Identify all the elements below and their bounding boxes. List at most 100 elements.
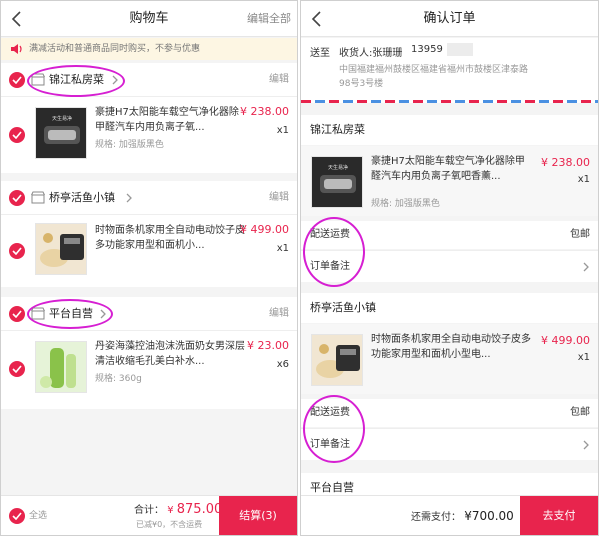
product-title[interactable]: 时物面条机家用全自动电动饺子皮多功能家用型和面机小...: [95, 223, 245, 253]
shipping-fee-value: 包邮: [570, 229, 590, 240]
shipping-fee-value: 包邮: [570, 407, 590, 418]
promo-notice: 满减活动和普通商品同时购买，不参与优惠: [1, 38, 297, 60]
product-title: 时物面条机家用全自动电动饺子皮多功能家用型和面机小型电...: [371, 334, 531, 360]
chevron-right-icon[interactable]: [125, 193, 133, 203]
shop-name[interactable]: 平台自营: [49, 297, 93, 331]
cart-footer-bar: 全选 合计： ¥ 875.00 已减¥0，不含运费 结算(3): [1, 495, 297, 535]
cart-screen: 购物车 编辑全部 满减活动和普通商品同时购买，不参与优惠 锦江私房菜 编辑 天生…: [0, 0, 298, 536]
item-select-checkbox[interactable]: [9, 127, 25, 143]
chevron-right-icon[interactable]: [582, 262, 590, 272]
order-item-row[interactable]: 天生易净 豪捷H7太阳能车载空气净化器除甲醛汽车内用负离子氧吧香薰... 规格:…: [301, 146, 598, 216]
speaker-icon: [11, 44, 22, 54]
product-price: ¥ 499.00: [240, 223, 289, 236]
product-price: ¥ 23.00: [247, 339, 289, 352]
amount-due-value: ¥700.00: [464, 509, 514, 523]
product-price: ¥ 238.00: [541, 156, 590, 169]
check-icon: [12, 131, 22, 139]
chevron-right-icon[interactable]: [582, 440, 590, 450]
amount-due-label: 还需支付：: [411, 512, 461, 523]
product-thumbnail-noodle-maker[interactable]: [35, 223, 87, 275]
confirm-order-screen: 确认订单 送至 收货人:张珊珊 13959 中国福建福州鼓楼区福建省福州市鼓楼区…: [300, 0, 599, 536]
phone-redaction: [447, 43, 473, 56]
cart-shop-2: 桥亭活鱼小镇 编辑 时物面条机家用全自动电动饺子皮多功能家用型和面机小... ¥…: [1, 181, 297, 287]
cart-shop-1: 锦江私房菜 编辑 天生易净 豪捷H7太阳能车载空气净化器除甲醛汽车内用负离子氧.…: [1, 63, 297, 173]
shop-select-checkbox[interactable]: [9, 190, 25, 206]
cart-item-row[interactable]: 丹姿海藻控油泡沫洗面奶女男深层清洁收缩毛孔美白补水... 规格: 360g ¥ …: [1, 331, 297, 403]
product-price: ¥ 238.00: [240, 105, 289, 118]
checkout-button[interactable]: 结算(3): [219, 496, 297, 535]
check-icon: [12, 365, 22, 373]
store-icon: [31, 307, 45, 320]
product-quantity: x1: [577, 174, 590, 185]
product-thumbnail-noodle-maker[interactable]: [311, 334, 363, 386]
svg-text:天生易净: 天生易净: [328, 164, 348, 171]
product-title: 豪捷H7太阳能车载空气净化器除甲醛汽车内用负离子氧吧香薰...: [371, 156, 525, 182]
address-line-2: 98号3号楼: [339, 79, 384, 89]
store-icon: [31, 73, 45, 86]
discount-note: 已减¥0，不含运费: [136, 520, 203, 529]
shop-edit-button[interactable]: 编辑: [269, 297, 289, 331]
shipping-fee-label: 配送运费: [310, 407, 350, 418]
shop-name[interactable]: 桥亭活鱼小镇: [49, 181, 115, 215]
select-all-checkbox[interactable]: [9, 508, 25, 524]
total-amount: 875.00: [176, 502, 223, 517]
shop-name: 锦江私房菜: [310, 123, 365, 136]
cart-shop-3: 平台自营 编辑 丹姿海藻控油泡沫洗面奶女男深层清洁收缩毛孔美白补水... 规格:…: [1, 297, 297, 409]
order-remark-row[interactable]: 订单备注: [301, 250, 598, 282]
receiver-phone: 13959: [411, 44, 443, 55]
pay-button[interactable]: 去支付: [520, 496, 598, 535]
check-icon: [12, 512, 22, 520]
cart-item-row[interactable]: 天生易净 豪捷H7太阳能车载空气净化器除甲醛汽车内用负离子氧... 规格: 加强…: [1, 97, 297, 169]
shipping-address-card[interactable]: 送至 收货人:张珊珊 13959 中国福建福州鼓楼区福建省福州市鼓楼区津泰路 9…: [301, 38, 598, 100]
product-quantity: x1: [276, 125, 289, 136]
svg-text:天生易净: 天生易净: [52, 115, 72, 122]
shipping-fee-row: 配送运费 包邮: [301, 221, 598, 249]
shop-select-checkbox[interactable]: [9, 306, 25, 322]
total-label: 合计：: [134, 505, 164, 516]
check-icon: [12, 76, 22, 84]
ship-to-label: 送至: [310, 48, 330, 59]
select-all-label[interactable]: 全选: [29, 496, 47, 535]
confirm-nav-bar: 确认订单: [301, 1, 598, 37]
shipping-fee-label: 配送运费: [310, 229, 350, 240]
chevron-right-icon[interactable]: [111, 75, 119, 85]
product-title[interactable]: 豪捷H7太阳能车载空气净化器除甲醛汽车内用负离子氧...: [95, 105, 245, 135]
cart-total: 合计： ¥ 875.00: [134, 501, 222, 517]
product-spec: 规格: 加强版黑色: [95, 140, 164, 150]
cart-item-row[interactable]: 时物面条机家用全自动电动饺子皮多功能家用型和面机小... ¥ 499.00 x1: [1, 215, 297, 287]
shop-select-checkbox[interactable]: [9, 72, 25, 88]
store-icon: [31, 191, 45, 204]
envelope-stripe-divider: [301, 100, 598, 103]
receiver-name: 收货人:张珊珊: [339, 48, 403, 59]
chevron-right-icon[interactable]: [99, 309, 107, 319]
order-shop-header: 桥亭活鱼小镇: [301, 293, 598, 323]
order-remark-label: 订单备注: [310, 261, 350, 272]
amount-due: 还需支付： ¥700.00: [411, 496, 514, 535]
order-remark-row[interactable]: 订单备注: [301, 428, 598, 460]
check-icon: [12, 194, 22, 202]
product-thumbnail-facial-cleanser[interactable]: [35, 341, 87, 393]
product-thumbnail-air-purifier[interactable]: 天生易净: [311, 156, 363, 208]
order-item-row[interactable]: 时物面条机家用全自动电动饺子皮多功能家用型和面机小型电... ¥ 499.00 …: [301, 324, 598, 394]
shop-name[interactable]: 锦江私房菜: [49, 63, 104, 97]
product-spec: 规格: 加强版黑色: [371, 199, 440, 209]
cart-nav-bar: 购物车 编辑全部: [1, 1, 297, 37]
shop-header: 桥亭活鱼小镇 编辑: [1, 181, 297, 215]
shop-edit-button[interactable]: 编辑: [269, 181, 289, 215]
order-remark-label: 订单备注: [310, 439, 350, 450]
order-shop-header: 锦江私房菜: [301, 115, 598, 145]
item-select-checkbox[interactable]: [9, 361, 25, 377]
product-spec: 规格: 360g: [95, 374, 142, 384]
page-title: 确认订单: [423, 11, 476, 26]
shop-header: 平台自营 编辑: [1, 297, 297, 331]
pay-footer-bar: 还需支付： ¥700.00 去支付: [301, 495, 598, 535]
item-select-checkbox[interactable]: [9, 243, 25, 259]
product-thumbnail-air-purifier[interactable]: 天生易净: [35, 107, 87, 159]
product-quantity: x6: [276, 359, 289, 370]
shop-edit-button[interactable]: 编辑: [269, 63, 289, 97]
address-line-1: 中国福建福州鼓楼区福建省福州市鼓楼区津泰路: [339, 65, 529, 75]
total-currency: ¥: [167, 505, 174, 516]
product-quantity: x1: [276, 243, 289, 254]
edit-all-button[interactable]: 编辑全部: [247, 1, 291, 37]
product-title[interactable]: 丹姿海藻控油泡沫洗面奶女男深层清洁收缩毛孔美白补水...: [95, 339, 245, 369]
